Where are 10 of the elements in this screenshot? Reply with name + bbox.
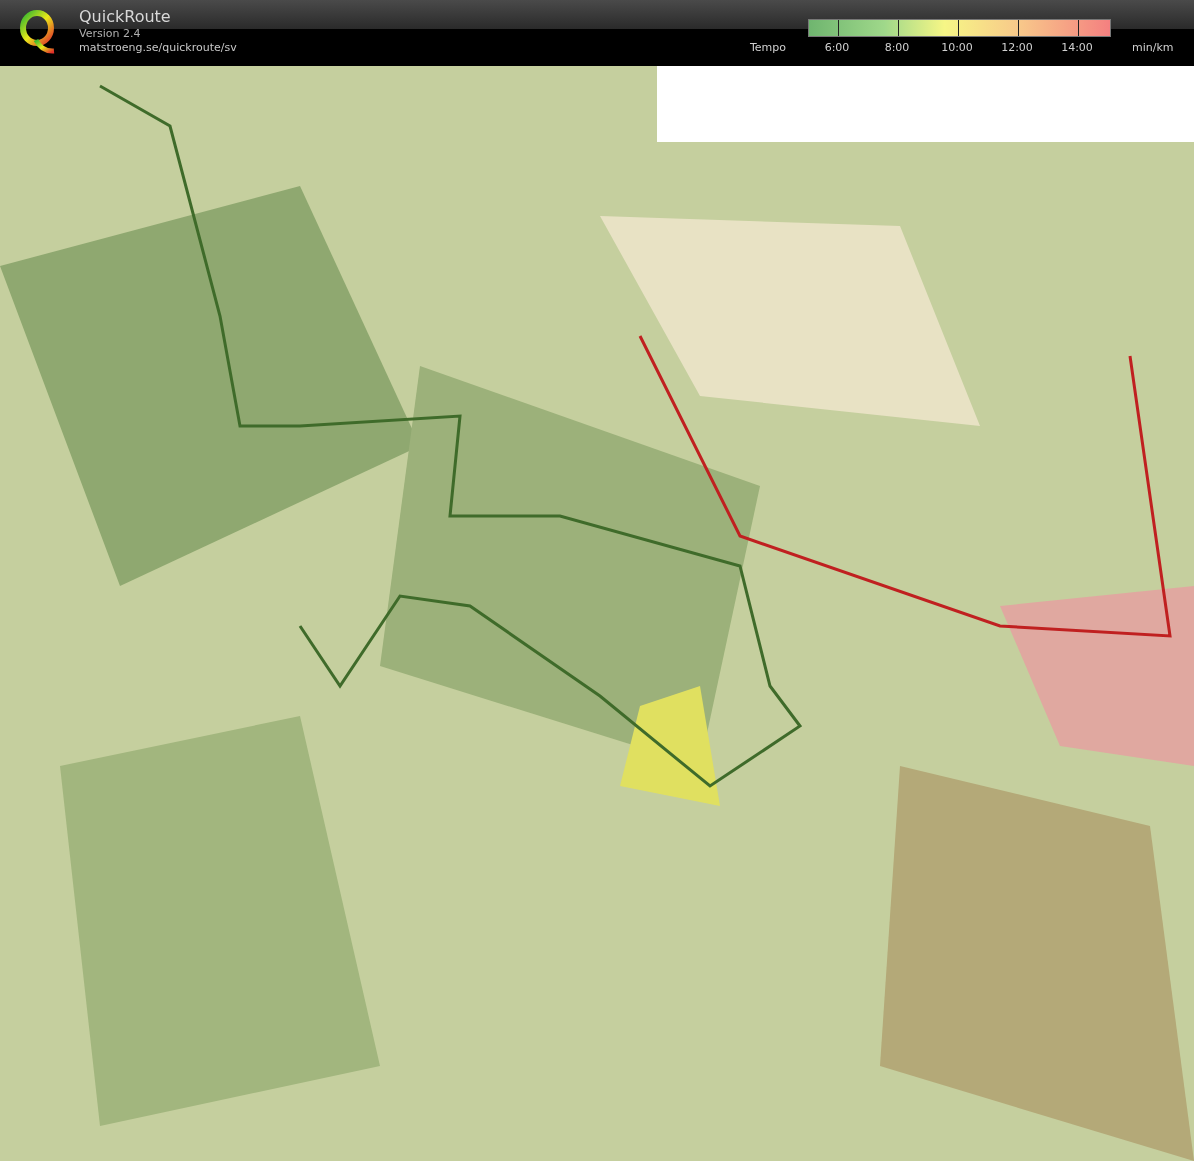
- scale-tick-label: 12:00: [1001, 40, 1033, 56]
- scale-tick-label: 14:00: [1061, 40, 1093, 56]
- scale-tick-label: 6:00: [824, 40, 850, 56]
- website-link[interactable]: matstroeng.se/quickroute/sv: [79, 41, 237, 55]
- legend-label: Tempo: [750, 40, 787, 56]
- app-title: QuickRoute: [79, 7, 172, 27]
- version-text: Version 2.4: [79, 27, 142, 41]
- scale-tick-label: 8:00: [884, 40, 910, 56]
- scale-tick-label: 10:00: [941, 40, 973, 56]
- legend-unit: min/km: [1132, 40, 1174, 56]
